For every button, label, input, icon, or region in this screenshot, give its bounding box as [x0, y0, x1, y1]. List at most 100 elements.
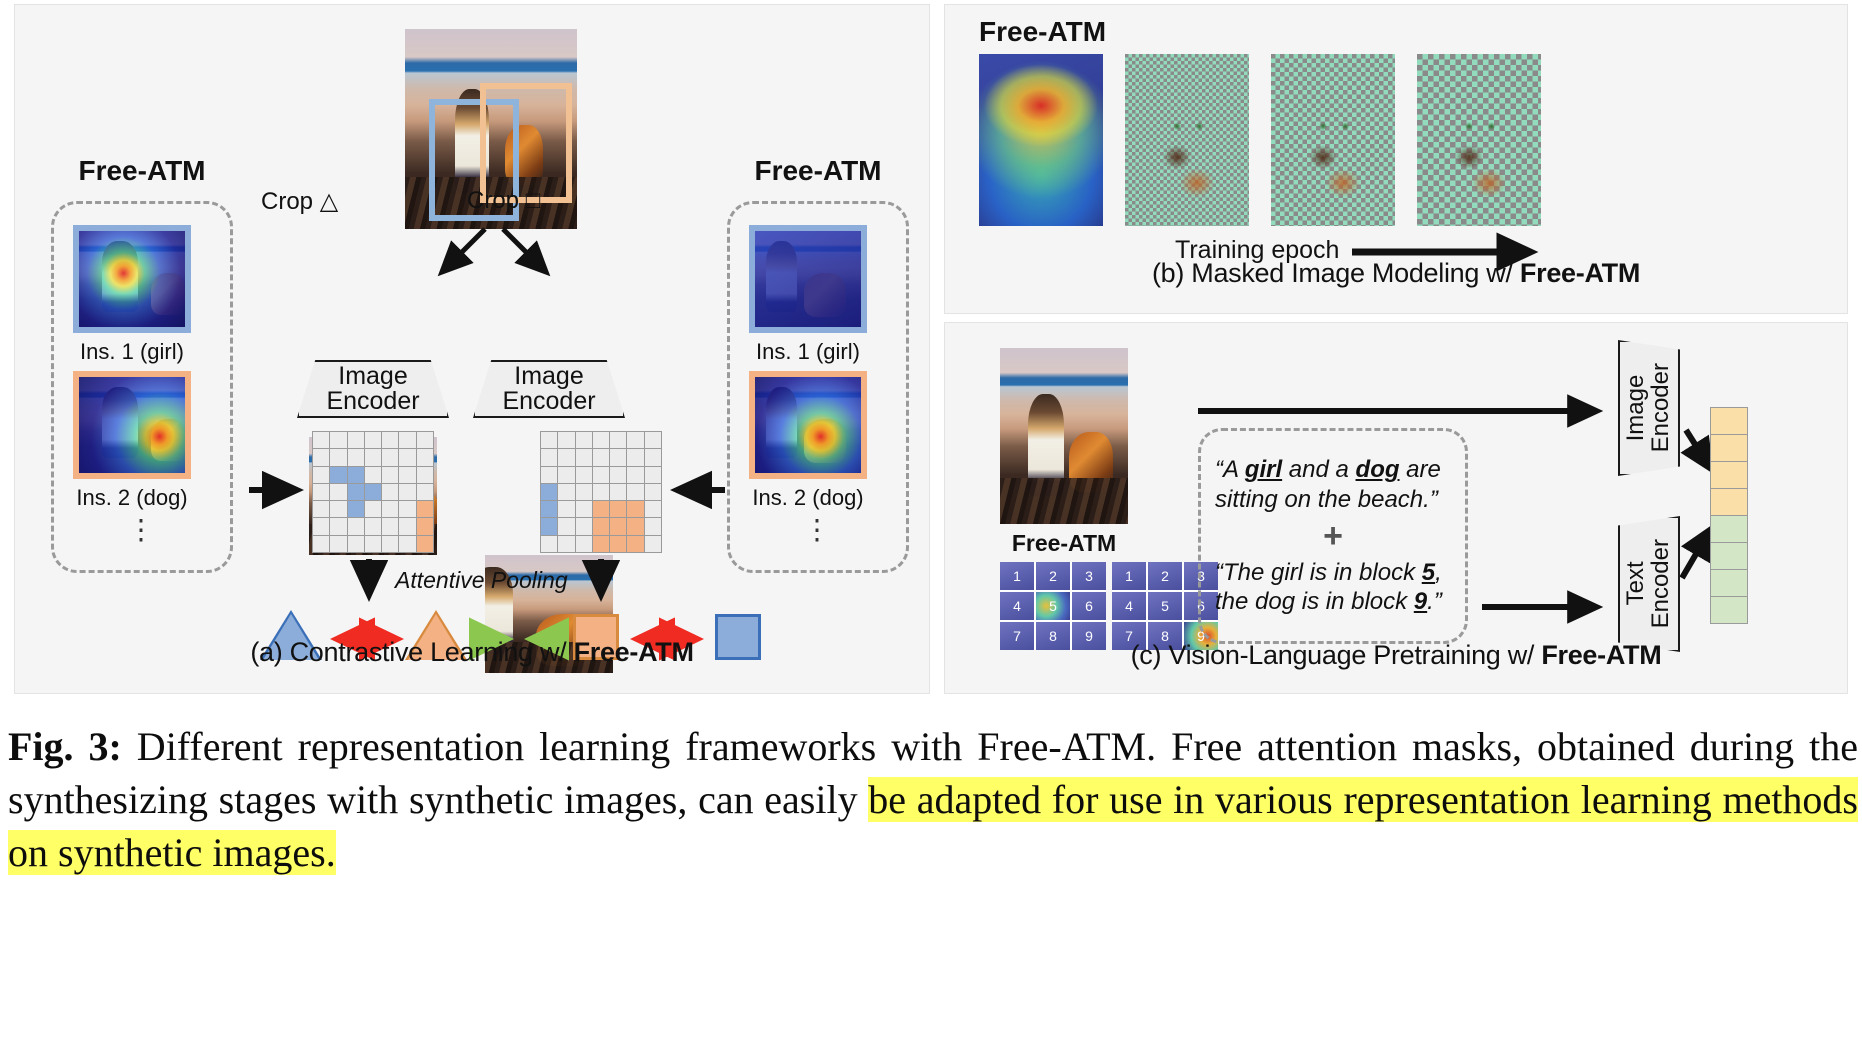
block-cell-2: 2 — [1036, 562, 1070, 590]
freeatm-title-left: Free-ATM — [78, 155, 206, 186]
grid-cell — [558, 518, 575, 535]
ellipsis-left: ⋮ — [127, 514, 157, 545]
feature-cell-text — [1710, 596, 1748, 624]
cat-texture — [1271, 54, 1395, 226]
grid-cell — [592, 501, 610, 518]
grid-cell — [627, 432, 644, 449]
grid-cell — [313, 449, 330, 466]
feature-cell-image — [1710, 461, 1748, 489]
grid-cell — [592, 449, 610, 466]
grid-cell — [541, 483, 558, 501]
feature-cell-image — [1710, 434, 1748, 462]
arrow-pooling-right — [581, 559, 621, 602]
text-encoder-label: Text Encoder — [1622, 539, 1674, 629]
instance-2-dog-heatmap — [749, 371, 867, 479]
image-encoder-label: Image Encoder — [1622, 363, 1674, 453]
quote1-underline-dog: dog — [1355, 456, 1400, 484]
grid-cell — [399, 535, 416, 552]
feature-cell-text — [1710, 569, 1748, 597]
caption-text-box: “A girl and a dog are sitting on the bea… — [1198, 428, 1468, 644]
panel-b-caption-bold: Free-ATM — [1519, 258, 1641, 288]
grid-cell — [364, 483, 382, 501]
quote2-underline-block9: 9 — [1413, 588, 1428, 616]
grid-cell — [364, 501, 382, 518]
grid-cell — [330, 518, 347, 535]
arrow-pooling-left — [349, 559, 389, 602]
grid-cell — [610, 449, 627, 466]
grid-cell — [558, 466, 575, 483]
grid-cell — [575, 535, 592, 552]
cat-texture — [1417, 54, 1541, 226]
grid-cell — [416, 483, 433, 501]
grid-cell — [364, 535, 382, 552]
feature-cell-image — [1710, 407, 1748, 435]
grid-cell — [644, 449, 661, 466]
grid-cell — [610, 535, 627, 552]
grid-cell — [575, 501, 592, 518]
grid-cell — [541, 518, 558, 535]
encoder-line-2: Encoder — [326, 387, 420, 415]
plus-symbol: + — [1323, 517, 1343, 555]
grid-cell — [627, 449, 644, 466]
grid-cell — [627, 483, 644, 501]
arrow-into-grid-left — [249, 470, 304, 510]
grid-cell — [347, 535, 364, 552]
block-cell-4: 4 — [1112, 592, 1146, 620]
grid-cell — [347, 518, 364, 535]
arrow-text-to-encoder — [1482, 590, 1604, 624]
feature-cell-text — [1710, 542, 1748, 570]
grid-cell — [330, 501, 347, 518]
panel-b-caption-prefix: (b) Masked Image Modeling w/ — [1151, 258, 1520, 288]
grid-cell — [382, 518, 399, 535]
grid-cell — [330, 466, 347, 483]
instance-1-girl-heatmap — [73, 225, 191, 333]
grid-cell — [347, 432, 364, 449]
sand-texture — [1000, 478, 1128, 524]
grid-cell — [313, 535, 330, 552]
instance-2-label: Ins. 2 (dog) — [76, 485, 188, 510]
grid-cell — [575, 518, 592, 535]
grid-cell — [558, 535, 575, 552]
masked-image-epoch-1 — [1125, 54, 1249, 226]
panel-a-caption-prefix: (a) Contrastive Learning w/ — [250, 637, 574, 667]
masked-image-epoch-2 — [1271, 54, 1395, 226]
instance-1-label: Ins. 1 (girl) — [756, 339, 860, 364]
grid-cell — [644, 483, 661, 501]
ellipsis-right: ⋮ — [803, 514, 833, 545]
grid-cell — [558, 432, 575, 449]
grid-cell — [330, 483, 347, 501]
grid-cell — [592, 432, 610, 449]
block-cell-5: 5 — [1148, 592, 1182, 620]
freeatm-title-right: Free-ATM — [754, 155, 882, 186]
grid-cell — [610, 466, 627, 483]
image-encoder-vlp: Image Encoder — [1618, 340, 1680, 476]
grid-cell — [382, 501, 399, 518]
block-cell-1: 1 — [1112, 562, 1146, 590]
grid-cell — [644, 501, 661, 518]
grid-cell — [541, 432, 558, 449]
grid-cell — [330, 432, 347, 449]
panel-b-caption: (b) Masked Image Modeling w/ Free-ATM — [944, 258, 1848, 289]
grid-cell — [416, 501, 433, 518]
grid-cell — [364, 466, 382, 483]
panel-c-caption: (c) Vision-Language Pretraining w/ Free-… — [944, 640, 1848, 671]
vlp-source-image — [1000, 348, 1128, 524]
quote1-part-a: “A — [1215, 456, 1245, 484]
grid-cell — [558, 483, 575, 501]
arrow-into-grid-right — [670, 470, 725, 510]
instance-1-girl-heatmap — [749, 225, 867, 333]
grid-cell — [592, 466, 610, 483]
cat-texture — [1125, 54, 1249, 226]
grid-cell — [627, 518, 644, 535]
grid-cell — [610, 518, 627, 535]
grid-cell — [541, 466, 558, 483]
quote2-part-a: “The girl is in block — [1215, 559, 1422, 586]
image-encoder-right: Image Encoder — [473, 360, 625, 418]
grid-cell — [382, 466, 399, 483]
grid-cell — [610, 483, 627, 501]
grid-cell — [399, 483, 416, 501]
block-grid-girl: 123456789 — [1000, 562, 1106, 650]
encoder-line-1: Image — [514, 361, 584, 390]
figure-3: Crop △ Crop □ Image Encoder Image Encode… — [0, 0, 1862, 1057]
panel-a-caption: (a) Contrastive Learning w/ Free-ATM — [15, 637, 929, 668]
